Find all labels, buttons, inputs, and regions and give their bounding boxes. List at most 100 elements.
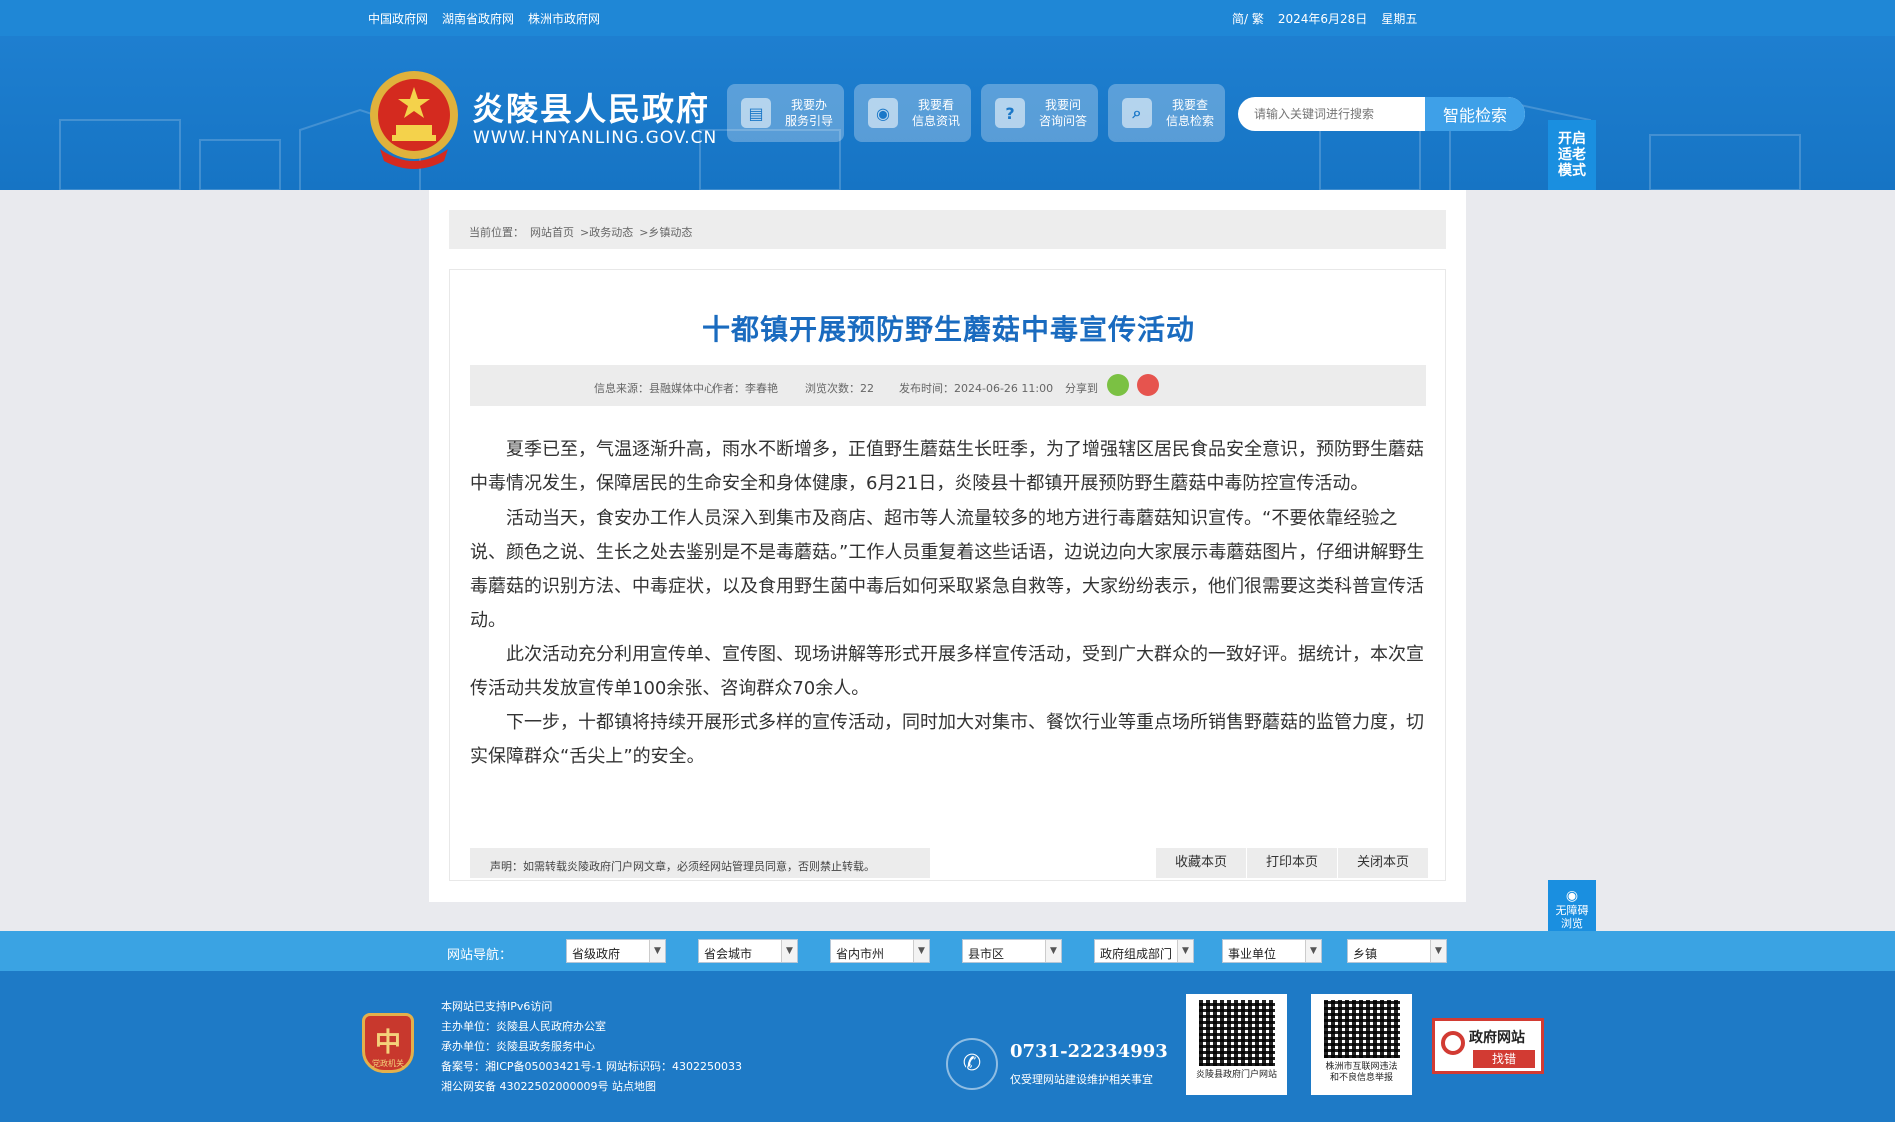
- badge-emblem-icon: 中: [374, 1028, 401, 1058]
- gov-site-error-report[interactable]: 政府网站 找错: [1432, 1018, 1544, 1074]
- nav-label: 我要查: [1172, 98, 1209, 112]
- bookmark-page-button[interactable]: 收藏本页: [1156, 848, 1246, 878]
- accessibility-label: 无障碍: [1555, 904, 1589, 917]
- elder-mode-label: 模式: [1558, 163, 1586, 179]
- select-value: 乡镇: [1353, 947, 1378, 961]
- select-value: 事业单位: [1228, 947, 1277, 961]
- current-weekday: 星期五: [1381, 12, 1418, 26]
- site-domain: WWW.HNYANLING.GOV.CN: [473, 128, 718, 148]
- print-page-button[interactable]: 打印本页: [1247, 848, 1337, 878]
- chevron-down-icon: ▼: [913, 940, 929, 962]
- magnifier-icon: [1441, 1031, 1465, 1055]
- select-townships[interactable]: 乡镇 ▼: [1347, 939, 1447, 963]
- breadcrumb-home[interactable]: 网站首页: [530, 224, 574, 249]
- nav-label: 我要看: [918, 98, 955, 112]
- nav-label: 我要办: [791, 98, 828, 112]
- footer-ipv6: 本网站已支持IPv6访问: [441, 1000, 553, 1013]
- top-right: 简/ 繁 2024年6月28日 星期五: [1232, 10, 1417, 27]
- gov-link-zhuzhou[interactable]: 株洲市政府网: [528, 10, 600, 27]
- lang-switch[interactable]: 简/ 繁: [1232, 10, 1264, 27]
- site-navigation-bar: 网站导航： 省级政府 ▼ 省会城市 ▼ 省内市州 ▼ 县市区 ▼ 政府组成部门 ▼ 事业单…: [0, 931, 1895, 971]
- search-box: 智能检索: [1238, 97, 1525, 131]
- select-value: 省内市州: [836, 947, 885, 961]
- eye-icon: ◉: [1565, 888, 1579, 904]
- site-footer: 中 党政机关 本网站已支持IPv6访问 主办单位：炎陵县人民政府办公室 承办单位…: [0, 971, 1895, 1122]
- gov-links: 中国政府网 湖南省政府网 株洲市政府网: [368, 10, 600, 27]
- top-bar: 中国政府网 湖南省政府网 株洲市政府网 简/ 繁 2024年6月28日 星期五: [0, 0, 1895, 36]
- qr-caption: 株洲市互联网违法: [1325, 1062, 1398, 1072]
- jiucuo-title: 政府网站: [1469, 1030, 1525, 1046]
- select-value: 政府组成部门: [1100, 947, 1173, 961]
- article-paragraph: 下一步，十都镇将持续开展形式多样的宣传活动，同时加大对集市、餐饮行业等重点场所销…: [470, 712, 1424, 767]
- question-icon: ?: [995, 98, 1025, 128]
- gov-link-china[interactable]: 中国政府网: [368, 10, 428, 27]
- select-gov-departments[interactable]: 政府组成部门 ▼: [1094, 939, 1194, 963]
- nav-sublabel: 信息检索: [1166, 114, 1215, 128]
- contact-phone-note: 仅受理网站建设维护相关事宜: [1010, 1073, 1153, 1086]
- select-cities[interactable]: 省内市州 ▼: [830, 939, 930, 963]
- select-counties[interactable]: 县市区 ▼: [962, 939, 1062, 963]
- meta-publish-time: 发布时间：2024-06-26 11:00: [899, 382, 1054, 395]
- nav-sublabel: 信息资讯: [912, 114, 961, 128]
- site-title: 炎陵县人民政府: [472, 90, 711, 128]
- footer-sponsor: 主办单位：炎陵县人民政府办公室: [441, 1020, 606, 1033]
- select-institutions[interactable]: 事业单位 ▼: [1222, 939, 1322, 963]
- search-input[interactable]: [1238, 97, 1425, 131]
- breadcrumb-news[interactable]: >政务动态: [580, 224, 633, 249]
- chevron-down-icon: ▼: [1045, 940, 1061, 962]
- breadcrumb: 当前位置： 网站首页 >政务动态 >乡镇动态: [449, 210, 1446, 249]
- phone-icon: ✆: [946, 1038, 998, 1090]
- qr-caption: 炎陵县政府门户网站: [1195, 1070, 1277, 1080]
- qr-caption: 和不良信息举报: [1329, 1073, 1393, 1083]
- elder-mode-label: 开启: [1558, 131, 1586, 147]
- footer-police-record: 湘公网安备 43022502000009号 站点地图: [441, 1080, 656, 1093]
- footer-icp: 备案号：湘ICP备05003421号-1 网站标识码：4302250033: [441, 1060, 742, 1073]
- search-button[interactable]: 智能检索: [1425, 97, 1525, 131]
- wechat-share-icon[interactable]: [1107, 374, 1129, 396]
- breadcrumb-township[interactable]: >乡镇动态: [639, 224, 692, 249]
- qr-code-portal: 炎陵县政府门户网站: [1186, 994, 1287, 1095]
- select-value: 省级政府: [572, 947, 621, 961]
- article: 十都镇开展预防野生蘑菇中毒宣传活动 信息来源：县融媒体中心 作者：李春艳 浏览次…: [449, 269, 1446, 881]
- eye-icon: ◉: [868, 98, 898, 128]
- article-paragraph: 夏季已至，气温逐渐升高，雨水不断增多，正值野生蘑菇生长旺季，为了增强辖区居民食品…: [470, 439, 1424, 494]
- nav-label: 我要问: [1045, 98, 1082, 112]
- nav-button-information[interactable]: ◉ 我要看信息资讯: [854, 84, 971, 142]
- footer-organizer: 承办单位：炎陵县政务服务中心: [441, 1040, 595, 1053]
- article-paragraph: 活动当天，食安办工作人员深入到集市及商店、超市等人流量较多的地方进行毒蘑菇知识宣…: [470, 508, 1425, 631]
- gov-link-hunan[interactable]: 湖南省政府网: [442, 10, 514, 27]
- party-gov-badge[interactable]: 中 党政机关: [362, 1013, 414, 1073]
- qr-code-report: 株洲市互联网违法 和不良信息举报: [1311, 994, 1412, 1095]
- nav-button-consult[interactable]: ? 我要问咨询问答: [981, 84, 1098, 142]
- chevron-down-icon: ▼: [649, 940, 665, 962]
- chevron-down-icon: ▼: [781, 940, 797, 962]
- weibo-share-icon[interactable]: [1137, 374, 1159, 396]
- article-meta: 信息来源：县融媒体中心 作者：李春艳 浏览次数：22 发布时间：2024-06-…: [470, 365, 1426, 406]
- article-paragraph: 此次活动充分利用宣传单、宣传图、现场讲解等形式开展多样宣传活动，受到广大群众的一…: [470, 644, 1424, 699]
- meta-share-label: 分享到: [1065, 382, 1098, 395]
- elder-mode-button[interactable]: 开启 适老 模式: [1548, 120, 1596, 190]
- chevron-down-icon: ▼: [1177, 940, 1193, 962]
- site-header: 炎陵县人民政府 WWW.HNYANLING.GOV.CN ▤ 我要办 服务引导 ◉…: [0, 36, 1895, 190]
- meta-source: 信息来源：县融媒体中心: [594, 382, 715, 395]
- chevron-down-icon: ▼: [1305, 940, 1321, 962]
- close-page-button[interactable]: 关闭本页: [1338, 848, 1428, 878]
- elder-mode-label: 适老: [1558, 147, 1586, 163]
- nav-sublabel: 服务引导: [785, 114, 834, 128]
- contact-phone: 0731-22234993: [1010, 1041, 1168, 1062]
- meta-author: 作者：李春艳: [712, 382, 778, 395]
- meta-views: 浏览次数：22: [805, 382, 874, 395]
- content-panel: 当前位置： 网站首页 >政务动态 >乡镇动态 十都镇开展预防野生蘑菇中毒宣传活动…: [429, 190, 1466, 902]
- nav-button-retrieval[interactable]: ⌕ 我要查 信息检索: [1108, 84, 1225, 142]
- article-title: 十都镇开展预防野生蘑菇中毒宣传活动: [701, 313, 1195, 346]
- select-provincial-capitals[interactable]: 省会城市 ▼: [698, 939, 798, 963]
- badge-label: 党政机关: [372, 1059, 404, 1068]
- chevron-down-icon: ▼: [1430, 940, 1446, 962]
- accessibility-label: 浏览: [1561, 917, 1583, 930]
- nav-button-service-guide[interactable]: ▤ 我要办 服务引导: [727, 84, 844, 142]
- qr-code-icon: [1323, 1000, 1400, 1058]
- nav-sublabel: 咨询问答: [1039, 114, 1088, 128]
- select-value: 县市区: [968, 947, 1005, 961]
- current-date: 2024年6月28日: [1277, 12, 1368, 26]
- select-provincial-gov[interactable]: 省级政府 ▼: [566, 939, 666, 963]
